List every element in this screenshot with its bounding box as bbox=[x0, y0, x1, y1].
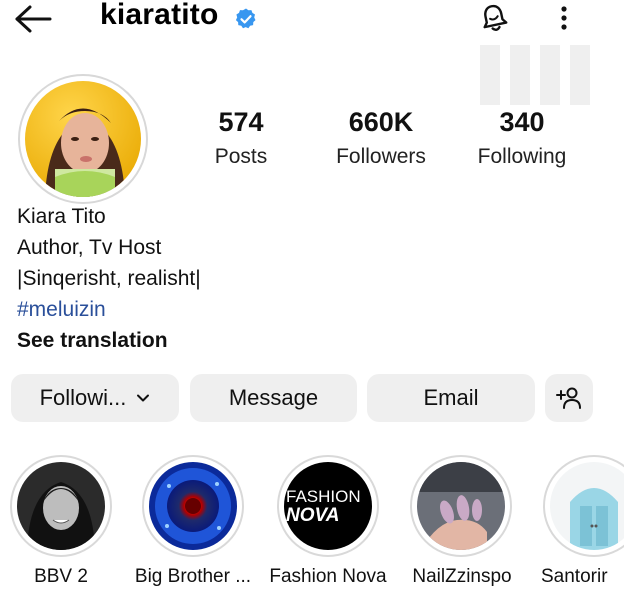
see-translation-link[interactable]: See translation bbox=[17, 327, 168, 355]
highlight-label: Big Brother ... bbox=[134, 566, 252, 587]
profile-photo bbox=[25, 81, 141, 197]
more-vertical-icon bbox=[561, 6, 567, 30]
following-button-label: Followi... bbox=[39, 385, 127, 410]
profile-header: kiaratito bbox=[0, 0, 624, 44]
stat-followers-value: 660K bbox=[348, 107, 414, 137]
verified-badge-icon bbox=[235, 8, 256, 29]
highlight-nailzzinspo[interactable] bbox=[417, 462, 505, 550]
following-dropdown-button[interactable]: Followi... bbox=[11, 374, 179, 422]
chevron-down-icon bbox=[137, 394, 150, 402]
highlight-fashion-nova[interactable]: FASHION NOVA bbox=[284, 462, 372, 550]
notifications-button[interactable] bbox=[478, 2, 510, 34]
fashion-nova-logo-text: FASHION bbox=[286, 487, 361, 506]
stat-posts-label: Posts bbox=[214, 145, 268, 168]
email-button-label: Email bbox=[423, 385, 479, 410]
back-button[interactable] bbox=[14, 4, 58, 34]
add-user-icon bbox=[556, 387, 581, 409]
highlight-label: Santorir bbox=[541, 566, 608, 587]
email-button[interactable]: Email bbox=[367, 374, 535, 422]
bio-hashtag-link[interactable]: #meluizin bbox=[17, 296, 106, 324]
highlight-bbv2-image bbox=[17, 462, 105, 550]
more-options-button[interactable] bbox=[552, 2, 576, 34]
profile-username: kiaratito bbox=[100, 0, 219, 31]
fashion-nova-logo-subtext: NOVA bbox=[286, 505, 340, 526]
highlight-label: Fashion Nova bbox=[269, 566, 387, 587]
highlight-label: NailZzinspo bbox=[412, 566, 512, 587]
profile-full-name: Kiara Tito bbox=[17, 205, 106, 228]
bio-line-2: |Sinqerisht, realisht| bbox=[17, 267, 201, 290]
highlight-big-brother[interactable] bbox=[149, 462, 237, 550]
stat-following[interactable]: 340 Following bbox=[457, 106, 587, 172]
highlight-big-brother-image bbox=[149, 462, 237, 550]
stat-following-label: Following bbox=[477, 145, 567, 168]
message-button[interactable]: Message bbox=[190, 374, 357, 422]
highlight-label: BBV 2 bbox=[34, 566, 88, 587]
bio-line-1: Author, Tv Host bbox=[17, 236, 162, 259]
stat-posts[interactable]: 574 Posts bbox=[176, 106, 306, 172]
highlight-bbv2[interactable] bbox=[17, 462, 105, 550]
background-watermark bbox=[480, 45, 590, 105]
profile-avatar[interactable] bbox=[25, 81, 141, 197]
notification-bell-icon bbox=[483, 4, 508, 31]
message-button-label: Message bbox=[228, 385, 319, 410]
highlight-nailzzinspo-image bbox=[417, 462, 505, 550]
back-arrow-icon bbox=[15, 5, 52, 33]
stat-followers[interactable]: 660K Followers bbox=[316, 106, 446, 172]
stat-followers-label: Followers bbox=[336, 145, 426, 168]
stat-following-value: 340 bbox=[499, 107, 545, 137]
stat-posts-value: 574 bbox=[218, 107, 264, 137]
suggested-users-button[interactable] bbox=[545, 374, 593, 422]
